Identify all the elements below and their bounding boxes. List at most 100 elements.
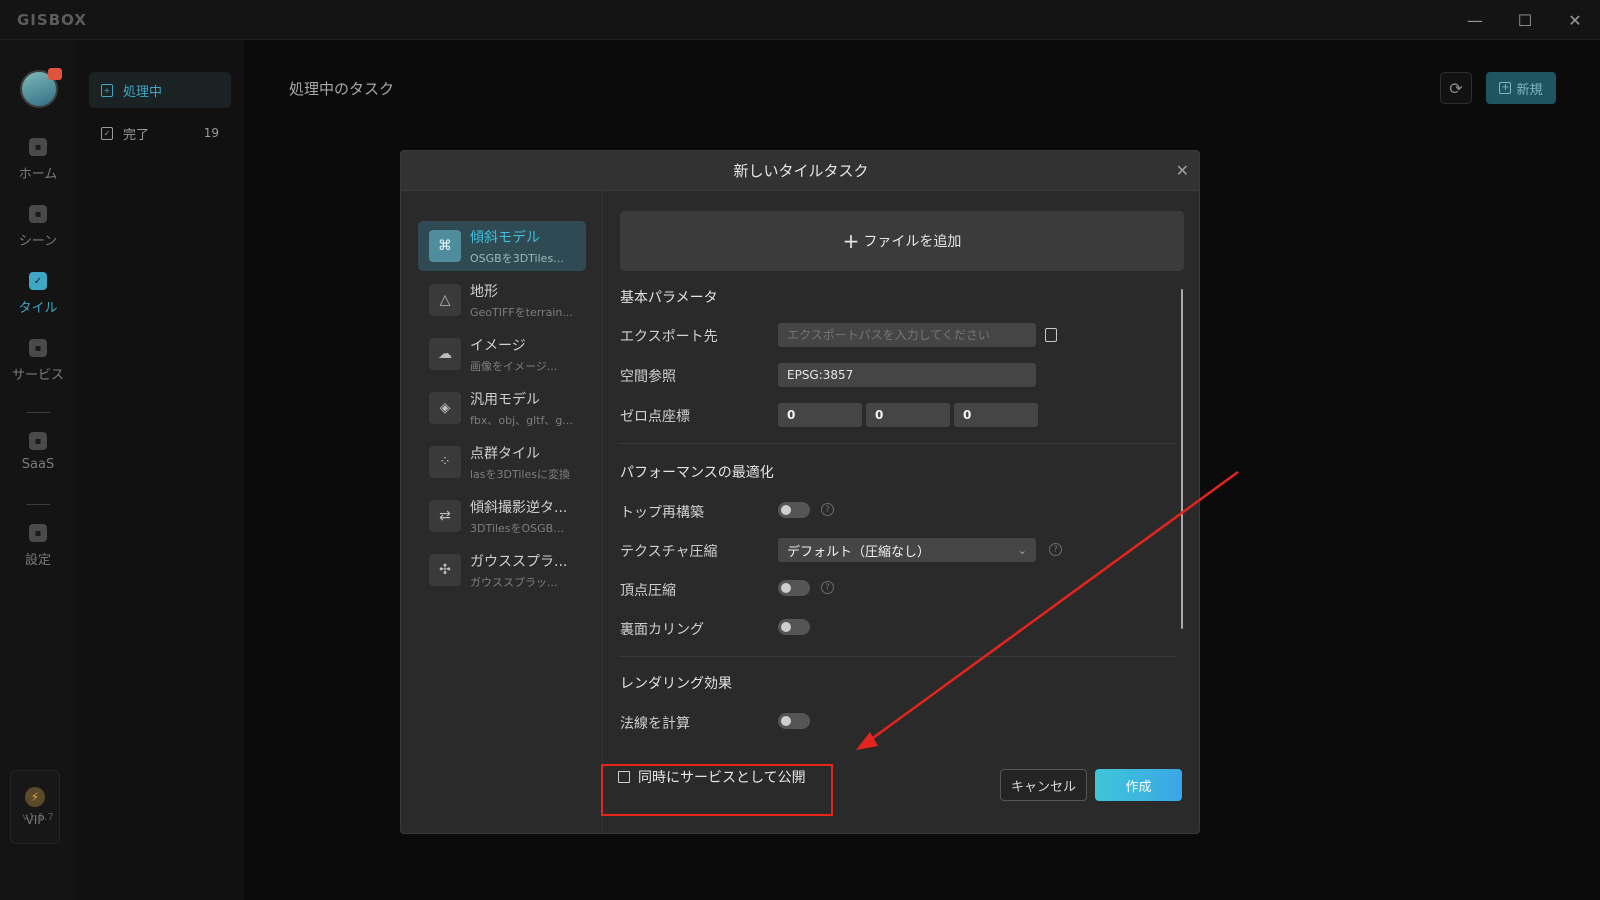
vertex-compress-toggle[interactable] <box>778 580 810 596</box>
minimize-button[interactable]: — <box>1450 0 1500 40</box>
type-name: 汎用モデル <box>470 391 540 408</box>
rail-item-settings[interactable]: ▪ 設定 <box>0 524 76 568</box>
sidebar-item-processing[interactable]: + 処理中 <box>89 72 231 108</box>
rail-item-label: タイル <box>18 301 58 316</box>
nav-rail: ▪ ホーム ▪ シーン ✓ タイル ▪ サービス ▪ SaaS ▪ 設定 ⚡ V… <box>0 40 76 900</box>
close-window-button[interactable]: ✕ <box>1550 0 1600 40</box>
rail-item-tile[interactable]: ✓ タイル <box>0 272 76 316</box>
type-desc: lasを3DTilesに変換 <box>470 467 570 481</box>
file-plus-icon: + <box>101 83 113 97</box>
type-name: 傾斜モデル <box>470 229 540 246</box>
oblique-model-icon: ⌘ <box>429 230 461 262</box>
type-desc: 3DTilesをOSGBに... <box>470 521 574 535</box>
rail-item-label: サービス <box>11 368 64 383</box>
app-version: v1.1.7 <box>22 812 54 823</box>
image-icon: ☁ <box>429 338 461 370</box>
rail-divider <box>26 412 50 413</box>
refresh-button[interactable]: ⟳ <box>1440 72 1472 104</box>
rebuild-label: トップ再構築 <box>620 505 704 521</box>
rail-item-label: ホーム <box>18 167 58 182</box>
scrollbar[interactable] <box>1181 289 1183 629</box>
rail-divider <box>26 504 50 505</box>
type-desc: GeoTIFFをterrain... <box>470 305 573 319</box>
type-desc: fbx、obj、gltf、g... <box>470 413 573 427</box>
export-path-label: エクスポート先 <box>620 329 718 345</box>
scene-icon: ▪ <box>29 205 47 223</box>
type-desc: OSGBを3DTilesに... <box>470 251 574 265</box>
plus-icon: + <box>1499 82 1512 94</box>
new-tile-task-dialog: 新しいタイルタスク ✕ ⌘ 傾斜モデル OSGBを3DTilesに... △ 地… <box>400 150 1200 834</box>
type-name: イメージ <box>470 337 526 354</box>
window-controls: — ☐ ✕ <box>1450 0 1600 40</box>
origin-x-input[interactable]: 0 <box>778 403 862 427</box>
section-divider <box>620 443 1176 444</box>
notification-icon[interactable] <box>48 68 62 80</box>
texture-compress-value: デフォルト（圧縮なし） <box>787 544 931 560</box>
lock-icon: ▪ <box>29 432 47 450</box>
folder-browse-icon[interactable] <box>1045 328 1057 342</box>
chevron-down-icon: ⌄ <box>1017 543 1027 557</box>
cube-icon: ◈ <box>429 392 461 424</box>
maximize-button[interactable]: ☐ <box>1500 0 1550 40</box>
rail-item-service[interactable]: ▪ サービス <box>0 339 76 383</box>
gear-icon: ▪ <box>29 524 47 542</box>
help-icon[interactable]: ? <box>821 581 834 594</box>
task-sidebar: + 処理中 ✓ 完了 19 <box>76 40 244 900</box>
task-type-list: ⌘ 傾斜モデル OSGBを3DTilesに... △ 地形 GeoTIFFをte… <box>401 191 603 833</box>
gaussian-splat-icon: ✣ <box>429 554 461 586</box>
origin-y-input[interactable]: 0 <box>866 403 950 427</box>
title-bar: GISBOX — ☐ ✕ <box>0 0 1600 40</box>
type-item-reverse-oblique[interactable]: ⇄ 傾斜撮影逆タ... 3DTilesをOSGBに... <box>418 491 586 541</box>
type-name: 点群タイル <box>470 445 540 462</box>
type-item-oblique-model[interactable]: ⌘ 傾斜モデル OSGBを3DTilesに... <box>418 221 586 271</box>
new-task-button[interactable]: + 新規 <box>1486 72 1556 104</box>
rebuild-toggle[interactable] <box>778 502 810 518</box>
type-item-gaussian-splat[interactable]: ✣ ガウススプラ... ガウススプラッ... <box>418 545 586 595</box>
section-rendering: レンダリング効果 <box>620 676 732 692</box>
section-basic-params: 基本パラメータ <box>620 290 718 306</box>
rail-item-scene[interactable]: ▪ シーン <box>0 205 76 249</box>
texture-compress-select[interactable]: デフォルト（圧縮なし） ⌄ <box>778 538 1036 562</box>
type-item-generic-model[interactable]: ◈ 汎用モデル fbx、obj、gltf、g... <box>418 383 586 433</box>
settings-form: 基本パラメータ エクスポート先 空間参照 EPSG:3857 ゼロ点座標 0 0… <box>620 151 1180 833</box>
backface-culling-label: 裏面カリング <box>620 622 704 638</box>
rail-item-label: シーン <box>18 234 58 249</box>
service-icon: ▪ <box>29 339 47 357</box>
type-name: ガウススプラ... <box>470 553 568 570</box>
terrain-icon: △ <box>429 284 461 316</box>
point-cloud-icon: ⁘ <box>429 446 461 478</box>
type-name: 地形 <box>470 283 498 300</box>
create-button[interactable]: 作成 <box>1095 769 1182 801</box>
cancel-button[interactable]: キャンセル <box>1000 769 1087 801</box>
file-check-icon: ✓ <box>101 126 113 140</box>
type-item-terrain[interactable]: △ 地形 GeoTIFFをterrain... <box>418 275 586 325</box>
sidebar-item-completed[interactable]: ✓ 完了 19 <box>89 115 231 151</box>
rail-item-home[interactable]: ▪ ホーム <box>0 138 76 182</box>
type-item-point-cloud[interactable]: ⁘ 点群タイル lasを3DTilesに変換 <box>418 437 586 487</box>
annotation-highlight-box <box>601 764 833 816</box>
crs-label: 空間参照 <box>620 369 676 385</box>
rail-item-saas[interactable]: ▪ SaaS <box>0 432 76 472</box>
type-name: 傾斜撮影逆タ... <box>470 499 568 516</box>
crs-input[interactable]: EPSG:3857 <box>778 363 1036 387</box>
origin-label: ゼロ点座標 <box>620 409 690 425</box>
sidebar-item-label: 完了 <box>123 127 150 143</box>
tile-icon: ✓ <box>29 272 47 290</box>
type-desc: ガウススプラッ... <box>470 575 558 589</box>
home-icon: ▪ <box>29 138 47 156</box>
backface-culling-toggle[interactable] <box>778 619 810 635</box>
completed-count: 19 <box>203 126 219 140</box>
help-icon[interactable]: ? <box>1049 543 1062 556</box>
normals-label: 法線を計算 <box>620 716 690 732</box>
vip-button[interactable]: ⚡ VIP <box>10 770 60 844</box>
vertex-compress-label: 頂点圧縮 <box>620 583 676 599</box>
type-desc: 画像をイメージ... <box>470 359 558 373</box>
export-path-input[interactable] <box>778 323 1036 347</box>
origin-z-input[interactable]: 0 <box>954 403 1038 427</box>
sidebar-item-label: 処理中 <box>123 84 163 100</box>
normals-toggle[interactable] <box>778 713 810 729</box>
help-icon[interactable]: ? <box>821 503 834 516</box>
type-item-image[interactable]: ☁ イメージ 画像をイメージ... <box>418 329 586 379</box>
rail-item-label: 設定 <box>24 553 51 568</box>
lightning-icon: ⚡ <box>25 787 45 807</box>
